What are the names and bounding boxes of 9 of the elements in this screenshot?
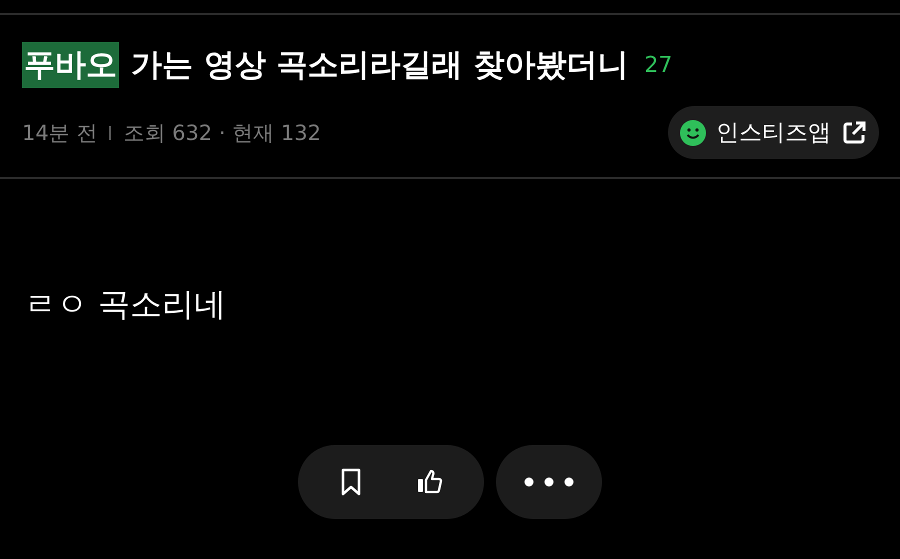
post-title: 가는 영상 곡소리라길래 찾아봤더니 bbox=[131, 46, 628, 85]
smiley-icon bbox=[680, 120, 706, 146]
app-link-button[interactable]: 인스티즈앱 bbox=[668, 106, 879, 159]
post-body: ㄹㅇ 곡소리네 bbox=[24, 284, 228, 325]
category-tag[interactable]: 푸바오 bbox=[22, 42, 119, 88]
post-time: 14분 전 bbox=[22, 120, 98, 146]
comment-count: 27 bbox=[644, 52, 672, 78]
external-link-icon bbox=[841, 120, 867, 146]
view-stats: 조회 632 · 현재 132 bbox=[123, 120, 321, 146]
